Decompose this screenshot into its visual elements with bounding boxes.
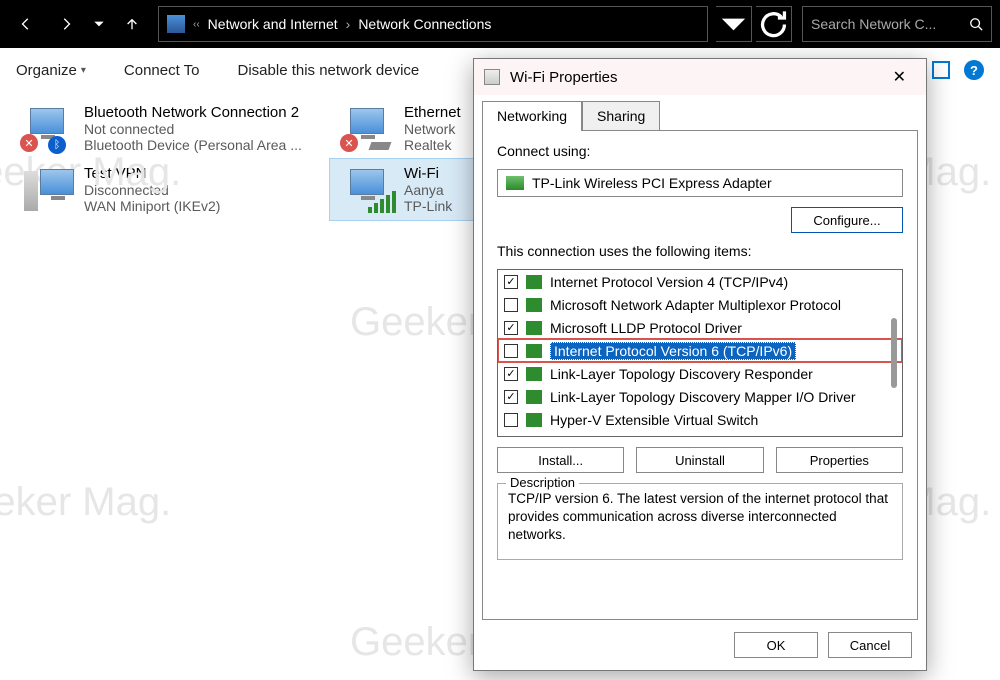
uninstall-button[interactable]: Uninstall xyxy=(636,447,763,473)
item-multiplexor[interactable]: Microsoft Network Adapter Multiplexor Pr… xyxy=(498,293,902,316)
network-card-icon xyxy=(506,176,524,190)
item-hyper-v-switch[interactable]: Hyper-V Extensible Virtual Switch xyxy=(498,408,902,431)
connection-icon: ✕ᛒ xyxy=(20,104,74,152)
connection-status: Disconnected xyxy=(84,182,220,198)
chevron-down-icon: ▾ xyxy=(81,65,86,76)
checkbox[interactable] xyxy=(504,344,518,358)
connection-device: WAN Miniport (IKEv2) xyxy=(84,198,220,214)
folder-icon xyxy=(167,15,185,33)
protocol-icon xyxy=(526,298,542,312)
item-label: Microsoft LLDP Protocol Driver xyxy=(550,320,742,336)
cancel-button[interactable]: Cancel xyxy=(828,632,912,658)
connection-vpn[interactable]: Test VPN Disconnected WAN Miniport (IKEv… xyxy=(10,159,330,220)
connection-name: Test VPN xyxy=(84,165,220,182)
wifi-properties-dialog: Wi-Fi Properties ✕ Networking Sharing Co… xyxy=(473,58,927,671)
install-button[interactable]: Install... xyxy=(497,447,624,473)
tab-sharing[interactable]: Sharing xyxy=(582,101,660,131)
organize-menu[interactable]: Organize▾ xyxy=(16,62,86,79)
checkbox[interactable]: ✓ xyxy=(504,321,518,335)
watermark: Geeker Mag. xyxy=(0,480,171,525)
connection-items-list[interactable]: ✓ Internet Protocol Version 4 (TCP/IPv4)… xyxy=(497,269,903,437)
dialog-title: Wi-Fi Properties xyxy=(510,69,618,86)
connection-device: Bluetooth Device (Personal Area ... xyxy=(84,137,302,153)
protocol-icon xyxy=(526,413,542,427)
checkbox[interactable]: ✓ xyxy=(504,367,518,381)
breadcrumb-parent[interactable]: Network and Internet xyxy=(208,16,338,32)
ok-button[interactable]: OK xyxy=(734,632,818,658)
connection-status: Not connected xyxy=(84,121,302,137)
dialog-tabs: Networking Sharing xyxy=(474,95,926,131)
description-text: TCP/IP version 6. The latest version of … xyxy=(508,490,892,545)
protocol-icon xyxy=(526,275,542,289)
tab-networking[interactable]: Networking xyxy=(482,101,582,131)
breadcrumb-current[interactable]: Network Connections xyxy=(358,16,491,32)
adapter-name: TP-Link Wireless PCI Express Adapter xyxy=(532,175,772,191)
tab-networking-body: Connect using: TP-Link Wireless PCI Expr… xyxy=(482,130,918,620)
up-button[interactable] xyxy=(114,6,150,42)
item-label: Link-Layer Topology Discovery Mapper I/O… xyxy=(550,389,856,405)
view-toggle-icon[interactable] xyxy=(932,61,950,79)
checkbox[interactable] xyxy=(504,413,518,427)
protocol-icon xyxy=(526,321,542,335)
refresh-button[interactable] xyxy=(756,6,792,42)
connection-name: Bluetooth Network Connection 2 xyxy=(84,104,302,121)
properties-button[interactable]: Properties xyxy=(776,447,903,473)
connection-name: Wi-Fi xyxy=(404,165,452,182)
explorer-navbar: ‹‹ Network and Internet › Network Connec… xyxy=(0,0,1000,48)
checkbox[interactable]: ✓ xyxy=(504,390,518,404)
search-icon xyxy=(969,17,983,31)
checkbox[interactable] xyxy=(504,298,518,312)
search-input[interactable]: Search Network C... xyxy=(802,6,992,42)
address-bar[interactable]: ‹‹ Network and Internet › Network Connec… xyxy=(158,6,708,42)
dialog-titlebar[interactable]: Wi-Fi Properties ✕ xyxy=(474,59,926,95)
item-label: Link-Layer Topology Discovery Responder xyxy=(550,366,813,382)
item-lltd-responder[interactable]: ✓ Link-Layer Topology Discovery Responde… xyxy=(498,362,902,385)
connect-using-label: Connect using: xyxy=(497,143,903,159)
close-button[interactable]: ✕ xyxy=(883,63,916,91)
items-label: This connection uses the following items… xyxy=(497,243,903,259)
disable-device-button[interactable]: Disable this network device xyxy=(238,62,420,79)
adapter-field: TP-Link Wireless PCI Express Adapter xyxy=(497,169,903,197)
item-label: Hyper-V Extensible Virtual Switch xyxy=(550,412,758,428)
connection-icon xyxy=(20,165,74,213)
item-ipv4[interactable]: ✓ Internet Protocol Version 4 (TCP/IPv4) xyxy=(498,270,902,293)
connection-icon: ✕ xyxy=(340,104,394,152)
configure-button[interactable]: Configure... xyxy=(791,207,903,233)
connection-bluetooth[interactable]: ✕ᛒ Bluetooth Network Connection 2 Not co… xyxy=(10,98,330,159)
description-group: Description TCP/IP version 6. The latest… xyxy=(497,483,903,560)
search-placeholder: Search Network C... xyxy=(811,16,969,32)
protocol-icon xyxy=(526,390,542,404)
checkbox[interactable]: ✓ xyxy=(504,275,518,289)
history-dropdown[interactable] xyxy=(88,6,110,42)
item-label: Internet Protocol Version 6 (TCP/IPv6) xyxy=(550,342,796,360)
connection-status: Aanya xyxy=(404,182,452,198)
help-icon[interactable]: ? xyxy=(964,60,984,80)
item-ipv6[interactable]: Internet Protocol Version 6 (TCP/IPv6) xyxy=(498,339,902,362)
scrollbar[interactable] xyxy=(886,270,902,436)
address-dropdown[interactable] xyxy=(716,6,752,42)
description-legend: Description xyxy=(506,475,579,490)
item-label: Internet Protocol Version 4 (TCP/IPv4) xyxy=(550,274,788,290)
back-button[interactable] xyxy=(8,6,44,42)
connection-icon xyxy=(340,165,394,213)
item-lldp[interactable]: ✓ Microsoft LLDP Protocol Driver xyxy=(498,316,902,339)
breadcrumb-sep-icon: ‹‹ xyxy=(193,19,200,30)
item-lltd-mapper[interactable]: ✓ Link-Layer Topology Discovery Mapper I… xyxy=(498,385,902,408)
connect-to-button[interactable]: Connect To xyxy=(124,62,200,79)
protocol-icon xyxy=(526,344,542,358)
connection-device: Realtek xyxy=(404,137,461,153)
forward-button[interactable] xyxy=(48,6,84,42)
protocol-icon xyxy=(526,367,542,381)
connection-device: TP-Link xyxy=(404,198,452,214)
connection-status: Network xyxy=(404,121,461,137)
adapter-icon xyxy=(484,69,500,85)
chevron-right-icon: › xyxy=(346,16,351,32)
connection-name: Ethernet xyxy=(404,104,461,121)
item-label: Microsoft Network Adapter Multiplexor Pr… xyxy=(550,297,841,313)
